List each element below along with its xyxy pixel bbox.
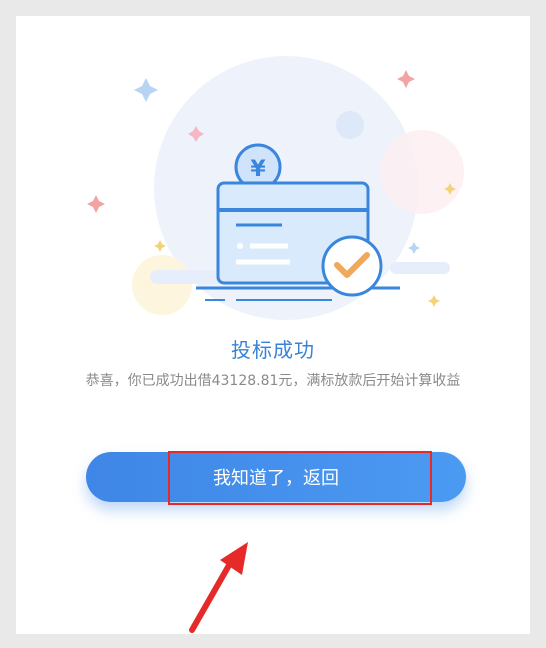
red-arrow-icon bbox=[189, 542, 248, 633]
